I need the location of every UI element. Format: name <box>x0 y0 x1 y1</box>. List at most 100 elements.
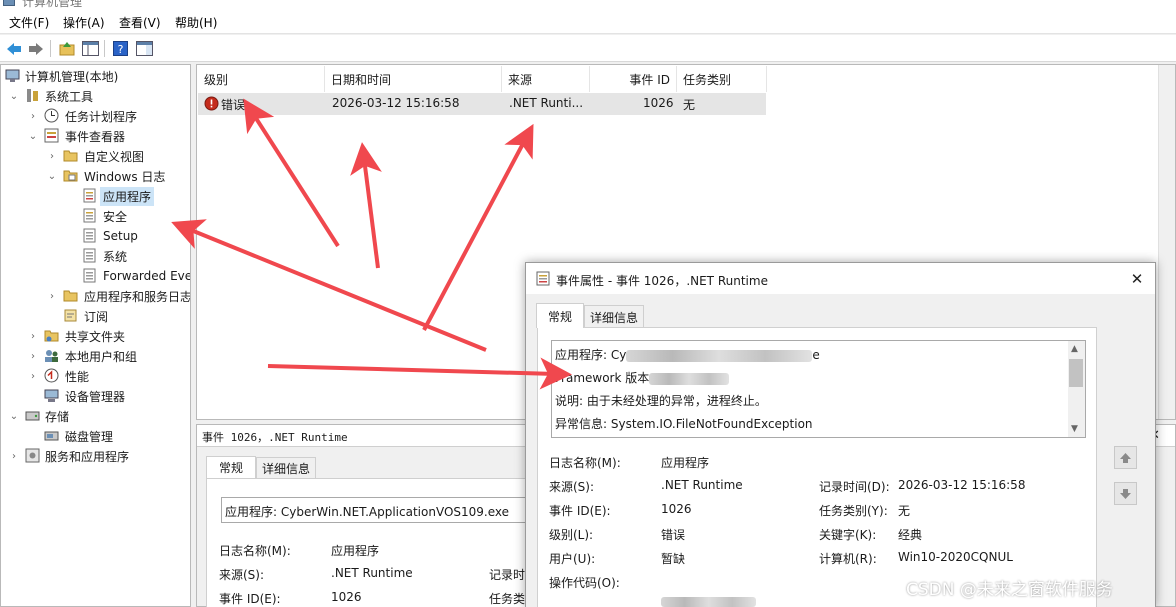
tree-item-computer-management[interactable]: 计算机管理(本地) <box>1 66 190 86</box>
column-header-datetime[interactable]: 日期和时间 <box>325 66 502 92</box>
chevron-right-icon[interactable]: › <box>9 451 19 462</box>
table-row[interactable]: 错误 2026-03-12 15:16:58 .NET Runti... 102… <box>198 93 766 115</box>
back-arrow-icon[interactable] <box>4 39 23 58</box>
tree-item-shared-folders[interactable]: › 共享文件夹 <box>1 326 190 346</box>
tree-item-security[interactable]: 安全 <box>1 206 190 226</box>
preview-title: 事件 1026，.NET Runtime <box>202 431 348 444</box>
next-event-button[interactable] <box>1114 482 1137 505</box>
chevron-down-icon[interactable]: ⌄ <box>9 91 19 102</box>
chevron-right-icon[interactable]: › <box>28 351 38 362</box>
tree-item-local-users[interactable]: › 本地用户和组 <box>1 346 190 366</box>
tree-item-event-viewer[interactable]: ⌄ 事件查看器 <box>1 126 190 146</box>
desc-line-framework: Framework 版本 <box>555 369 730 386</box>
opcode-label: 操作代码(O): <box>549 576 620 590</box>
column-header-task-category[interactable]: 任务类别 <box>677 66 767 92</box>
tree-label: 订阅 <box>84 309 109 324</box>
tree-item-system-tools[interactable]: ⌄ 系统工具 <box>1 86 190 106</box>
computer-value: Win10-2020CQNUL <box>898 550 1013 564</box>
preview-log-name: 应用程序 <box>331 544 380 558</box>
tree-item-device-manager[interactable]: 设备管理器 <box>1 386 190 406</box>
forward-arrow-icon[interactable] <box>26 39 45 58</box>
menu-view[interactable]: 查看(V) <box>119 14 161 31</box>
action-pane-icon[interactable] <box>135 39 154 58</box>
subscription-icon <box>63 308 78 323</box>
redacted-text <box>649 372 730 385</box>
event-viewer-icon <box>44 128 59 143</box>
tree-item-setup[interactable]: Setup <box>1 226 190 246</box>
event-description-box[interactable]: 应用程序: Cy e Framework 版本 说明: 由于未经处理的异常，进程终… <box>551 340 1086 438</box>
scroll-up-icon[interactable]: ▲ <box>1071 344 1078 354</box>
tree-item-system[interactable]: 系统 <box>1 246 190 266</box>
menu-action[interactable]: 操作(A) <box>63 14 105 31</box>
chevron-right-icon[interactable]: › <box>28 371 38 382</box>
keywords-value: 经典 <box>898 528 923 542</box>
chevron-right-icon[interactable]: › <box>28 111 38 122</box>
tab-details[interactable]: 详细信息 <box>584 305 644 328</box>
tab-general[interactable]: 常规 <box>206 456 256 478</box>
close-icon[interactable]: ✕ <box>1127 269 1147 289</box>
show-tree-icon[interactable] <box>81 39 100 58</box>
tree-item-subscriptions[interactable]: 订阅 <box>1 306 190 326</box>
help-icon[interactable]: ? <box>111 39 130 58</box>
chevron-down-icon[interactable]: ⌄ <box>9 411 19 422</box>
desc-line-description: 说明: 由于未经处理的异常，进程终止。 <box>555 394 767 408</box>
toolbar: ? <box>0 35 1176 62</box>
tree-label: Setup <box>103 229 138 243</box>
column-header-event-id[interactable]: 事件 ID <box>590 66 677 92</box>
list-scrollbar[interactable] <box>1158 65 1175 419</box>
cell-level: 错误 <box>221 98 246 112</box>
chevron-down-icon[interactable]: ⌄ <box>47 171 57 182</box>
scroll-down-icon[interactable]: ▼ <box>1071 424 1078 434</box>
computer-label: 计算机(R): <box>819 552 877 566</box>
chevron-right-icon[interactable]: › <box>28 331 38 342</box>
tree-label: 系统 <box>103 249 128 264</box>
window-title: 计算机管理 <box>22 0 83 8</box>
menu-file[interactable]: 文件(F) <box>9 14 49 31</box>
tab-details[interactable]: 详细信息 <box>256 457 316 478</box>
menu-help[interactable]: 帮助(H) <box>175 14 217 31</box>
event-properties-dialog: 事件属性 - 事件 1026，.NET Runtime ✕ 常规 详细信息 应用… <box>525 262 1156 607</box>
chevron-right-icon[interactable]: › <box>47 291 57 302</box>
cell-event-id: 1026 <box>643 96 674 110</box>
desc-line-exception: 异常信息: System.IO.FileNotFoundException <box>555 417 813 431</box>
folder-open-icon <box>63 168 78 183</box>
tree-item-app-service-logs[interactable]: › 应用程序和服务日志 <box>1 286 190 306</box>
tree-item-services-apps[interactable]: › 服务和应用程序 <box>1 446 190 466</box>
tree-item-custom-views[interactable]: › 自定义视图 <box>1 146 190 166</box>
recorded-label: 记录时间(D): <box>819 480 890 494</box>
cell-datetime: 2026-03-12 15:16:58 <box>332 96 460 110</box>
computer-management-icon <box>3 0 15 6</box>
column-header-source[interactable]: 来源 <box>502 66 590 92</box>
preview-event-id-label: 事件 ID(E): <box>219 592 281 606</box>
tree-label: 存储 <box>45 409 70 424</box>
preview-app-line: 应用程序: CyberWin.NET.ApplicationVOS109.exe <box>225 505 510 519</box>
description-scrollbar[interactable]: ▲ ▼ <box>1068 341 1085 437</box>
tree-item-windows-logs[interactable]: ⌄ Windows 日志 <box>1 166 190 186</box>
tree-item-task-scheduler[interactable]: › 任务计划程序 <box>1 106 190 126</box>
tab-general[interactable]: 常规 <box>536 303 584 328</box>
recorded-value: 2026-03-12 15:16:58 <box>898 478 1026 492</box>
tree-item-performance[interactable]: › 性能 <box>1 366 190 386</box>
chevron-down-icon[interactable]: ⌄ <box>28 131 38 142</box>
error-icon <box>204 96 219 114</box>
tree-label: 计算机管理(本地) <box>25 69 119 84</box>
dialog-title: 事件属性 - 事件 1026，.NET Runtime <box>556 274 768 288</box>
preview-task-label: 任务类 <box>489 592 526 606</box>
tree-item-storage[interactable]: ⌄ 存储 <box>1 406 190 426</box>
user-label: 用户(U): <box>549 552 596 566</box>
tree-item-forwarded-events[interactable]: Forwarded Eve <box>1 266 191 286</box>
keywords-label: 关键字(K): <box>819 528 877 542</box>
tree-label: Forwarded Eve <box>103 269 191 283</box>
tree-item-disk-management[interactable]: 磁盘管理 <box>1 426 190 446</box>
previous-event-button[interactable] <box>1114 446 1137 469</box>
scroll-thumb[interactable] <box>1069 359 1083 387</box>
column-header-level[interactable]: 级别 <box>198 66 325 92</box>
tree-item-application[interactable]: 应用程序 <box>1 186 190 206</box>
window-titlebar: 计算机管理 <box>0 0 1176 8</box>
log-icon <box>82 228 97 243</box>
user-value: 暂缺 <box>661 552 686 566</box>
chevron-right-icon[interactable]: › <box>47 151 57 162</box>
tree-label: 共享文件夹 <box>65 329 126 344</box>
level-value: 错误 <box>661 528 686 542</box>
up-folder-icon[interactable] <box>57 39 76 58</box>
